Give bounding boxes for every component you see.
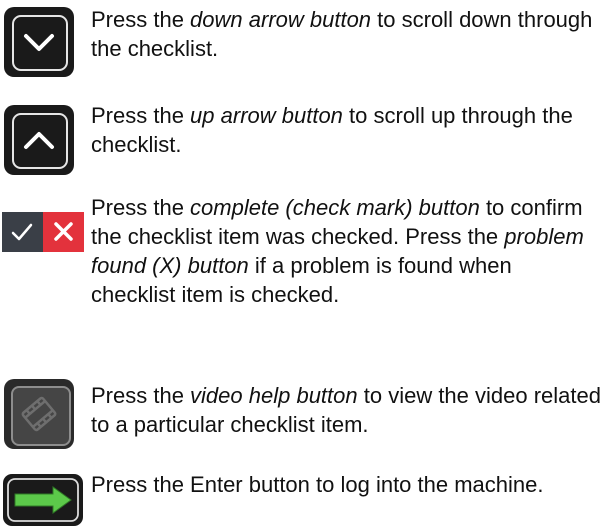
- video-help-description: Press the video help button to view the …: [91, 383, 601, 437]
- video-help-icon: [4, 379, 74, 449]
- up-arrow-description: Press the up arrow button to scroll up t…: [91, 103, 573, 157]
- check-x-pair-icon: [2, 212, 84, 252]
- enter-description: Press the Enter button to log into the m…: [91, 472, 544, 497]
- down-arrow-description: Press the down arrow button to scroll do…: [91, 7, 593, 61]
- down-arrow-icon: [4, 7, 74, 77]
- up-arrow-icon: [4, 105, 74, 175]
- enter-arrow-icon: [3, 474, 83, 526]
- complete-problem-description: Press the complete (check mark) button t…: [91, 195, 584, 307]
